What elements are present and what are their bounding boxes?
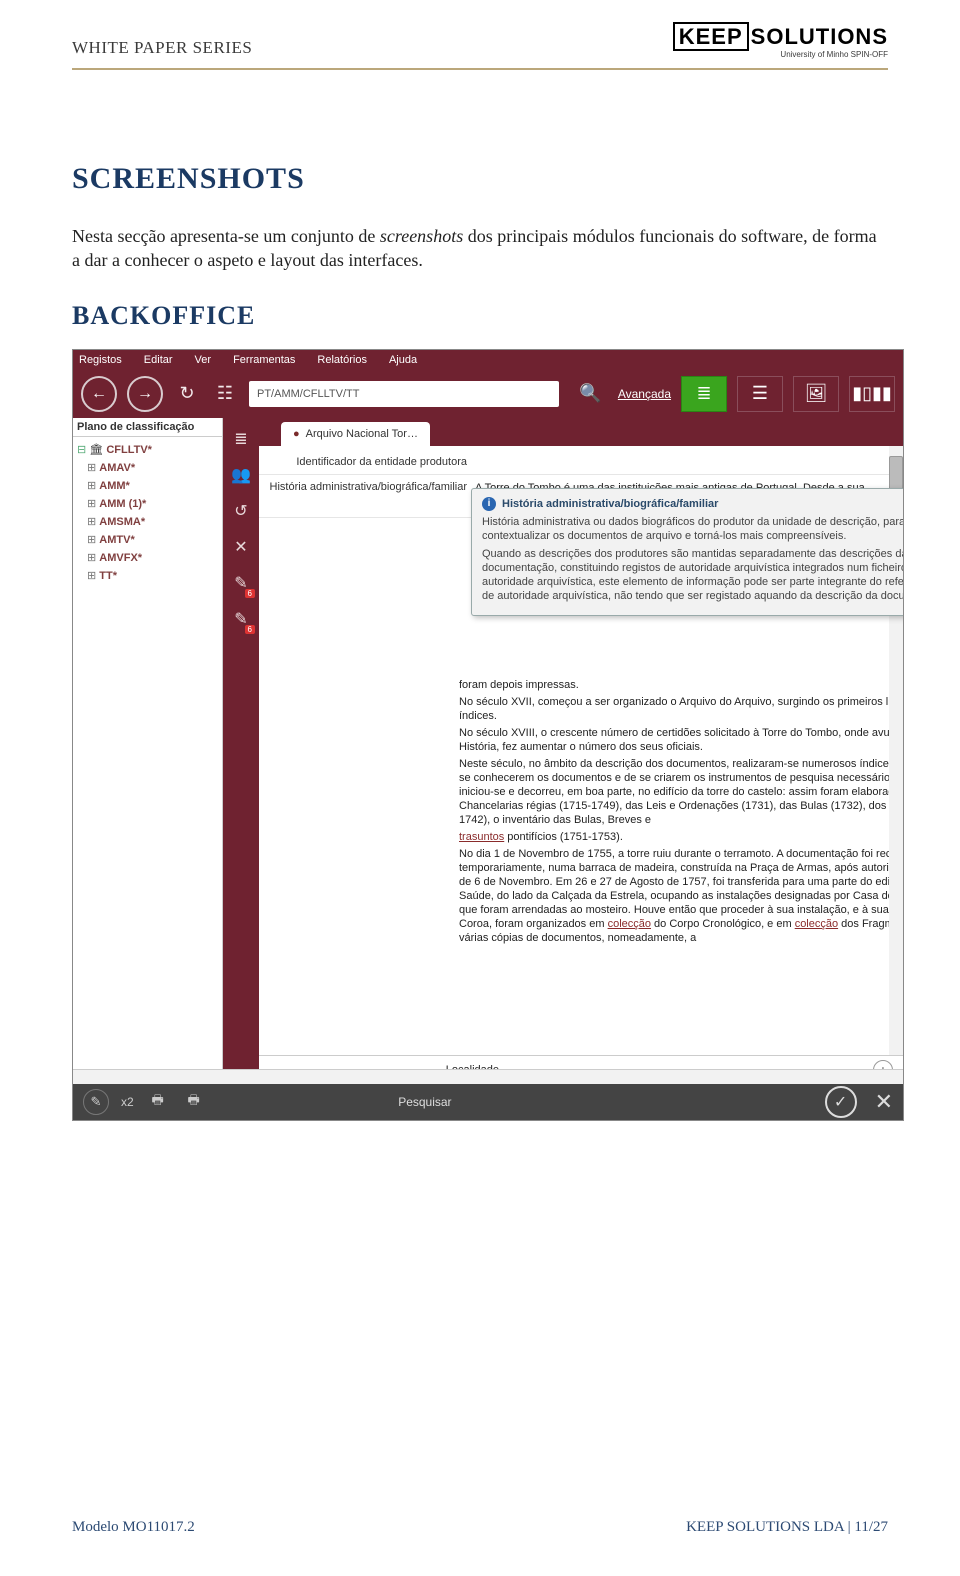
info-icon: i (482, 497, 496, 511)
sidebar-title: Plano de classificação (73, 418, 222, 437)
brand-logo: KEEPSOLUTIONS University of Minho SPIN-O… (673, 24, 888, 59)
menu-editar[interactable]: Editar (144, 354, 173, 366)
header-series: WHITE PAPER SERIES (72, 38, 252, 58)
tree-item[interactable]: AMM* (87, 477, 218, 495)
field-label-id: Identificador da entidade produtora (267, 456, 475, 468)
view-barcode-button[interactable]: ▮▯▮▮ (849, 376, 895, 412)
menu-relatorios[interactable]: Relatórios (317, 354, 367, 366)
menu-ver[interactable]: Ver (195, 354, 212, 366)
logo-word-keep: KEEP (673, 22, 749, 51)
rail-tools-icon[interactable]: ✕ (227, 532, 255, 562)
back-button[interactable]: ← (81, 376, 117, 412)
tree-item[interactable]: AMSMA* (87, 513, 218, 531)
view-image-button[interactable]: 🖼 (793, 376, 839, 412)
app-screenshot: Registos Editar Ver Ferramentas Relatóri… (72, 349, 904, 1121)
status-search-label[interactable]: Pesquisar (398, 1095, 451, 1109)
rail-people-icon[interactable]: 👥 (227, 460, 255, 490)
main-panel: ●Arquivo Nacional Tor… Identificador da … (259, 418, 903, 1084)
heading-backoffice: BACKOFFICE (72, 301, 888, 331)
menu-registos[interactable]: Registos (79, 354, 122, 366)
logo-word-solutions: SOLUTIONS (751, 24, 888, 49)
status-print1-icon[interactable]: 🖶 (146, 1090, 170, 1114)
search-icon[interactable]: 🔍 (579, 383, 601, 404)
view-list-button[interactable]: ≣ (681, 376, 727, 412)
footer-page: KEEP SOLUTIONS LDA | 11/27 (686, 1519, 888, 1536)
view-grid-button[interactable]: ☰ (737, 376, 783, 412)
tab-active[interactable]: ●Arquivo Nacional Tor… (281, 422, 430, 446)
logo-subtitle: University of Minho SPIN-OFF (673, 50, 888, 59)
address-bar[interactable]: PT/AMM/CFLLTV/TT (249, 381, 559, 407)
heading-screenshots: SCREENSHOTS (72, 162, 888, 196)
sidebar: Plano de classificação 🏛 CFLLTV* AMAV* A… (73, 418, 223, 1084)
rail-task1-icon[interactable]: ✎6 (227, 568, 255, 598)
status-confirm-icon[interactable]: ✓ (825, 1086, 857, 1118)
field-value-id[interactable] (475, 456, 895, 468)
menu-ajuda[interactable]: Ajuda (389, 354, 417, 366)
header-rule (72, 68, 888, 70)
toolbar: ← → ↻ ☷ PT/AMM/CFLLTV/TT 🔍 Avançada ≣ ☰ … (73, 370, 903, 418)
footer-model: Modelo MO11017.2 (72, 1519, 195, 1536)
rail-history-icon[interactable]: ↺ (227, 496, 255, 526)
form-pane: Identificador da entidade produtora Hist… (259, 446, 903, 1084)
menu-ferramentas[interactable]: Ferramentas (233, 354, 295, 366)
horiz-scrollbar[interactable] (73, 1069, 903, 1084)
field-label-history: História administrativa/biográfica/famil… (267, 481, 475, 493)
tooltip-info: iHistória administrativa/biográfica/fami… (471, 488, 903, 616)
tree: 🏛 CFLLTV* AMAV* AMM* AMM (1)* AMSMA* AMT… (73, 437, 222, 589)
status-close-icon[interactable]: ✕ (875, 1089, 893, 1115)
forward-button[interactable]: → (127, 376, 163, 412)
tree-root[interactable]: 🏛 CFLLTV* (77, 441, 218, 459)
intro-paragraph: Nesta secção apresenta-se um conjunto de… (72, 224, 888, 273)
history-text-body: foram depois impressas. No século XVII, … (459, 678, 903, 1048)
hierarchy-icon[interactable]: ☷ (211, 380, 239, 408)
intro-em: screenshots (380, 226, 463, 246)
status-count: x2 (121, 1095, 134, 1109)
tree-item[interactable]: AMVFX* (87, 549, 218, 567)
tabbar: ●Arquivo Nacional Tor… (259, 418, 903, 446)
status-print2-icon[interactable]: 🖶 (182, 1090, 206, 1114)
tree-item[interactable]: TT* (87, 567, 218, 585)
rail-task2-icon[interactable]: ✎6 (227, 604, 255, 634)
tree-item[interactable]: AMTV* (87, 531, 218, 549)
rail-list-icon[interactable]: ≣ (227, 424, 255, 454)
tooltip-p1: História administrativa ou dados biográf… (482, 515, 903, 543)
menubar: Registos Editar Ver Ferramentas Relatóri… (73, 350, 903, 370)
refresh-icon[interactable]: ↻ (173, 380, 201, 408)
intro-pre: Nesta secção apresenta-se um conjunto de (72, 226, 380, 246)
tree-item[interactable]: AMM (1)* (87, 495, 218, 513)
statusbar: ✎ x2 🖶 🖶 Pesquisar ✓ ✕ (73, 1084, 903, 1120)
tooltip-p2: Quando as descrições dos produtores são … (482, 547, 903, 603)
tree-item[interactable]: AMAV* (87, 459, 218, 477)
icon-rail: ≣ 👥 ↺ ✕ ✎6 ✎6 (223, 418, 259, 1084)
status-edit-icon[interactable]: ✎ (83, 1089, 109, 1115)
advanced-link[interactable]: Avançada (618, 387, 671, 401)
